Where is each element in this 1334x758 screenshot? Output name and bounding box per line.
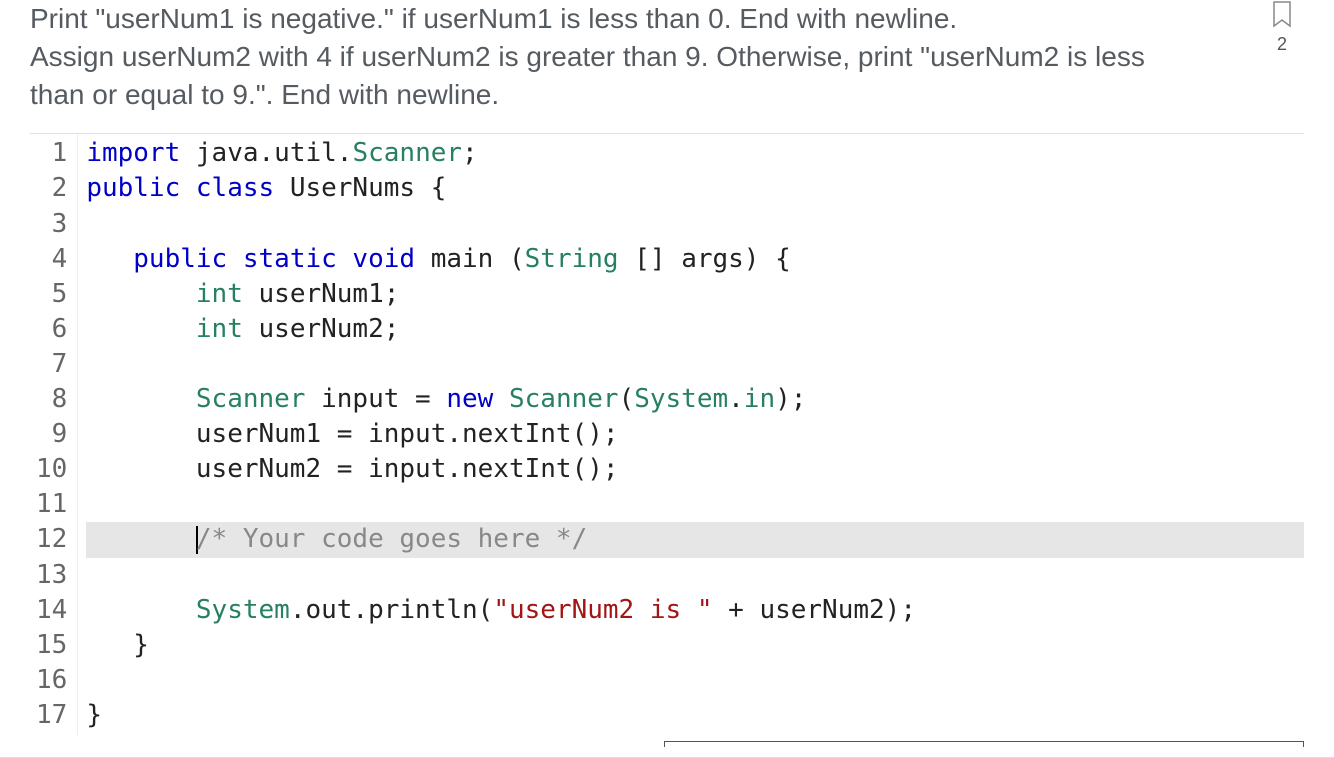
code-line[interactable] — [86, 487, 1304, 522]
code-token: [] — [634, 244, 681, 274]
code-token: main — [431, 244, 509, 274]
code-line[interactable]: Scanner input = new Scanner(System.in); — [86, 382, 1304, 417]
code-token: int — [196, 314, 259, 344]
problem-instructions: Print "userNum1 is negative." if userNum… — [30, 0, 1304, 113]
code-token: UserNums — [290, 173, 415, 203]
line-number: 3 — [36, 207, 67, 242]
line-number: 13 — [36, 558, 67, 593]
code-token: String — [525, 244, 635, 274]
code-token: "userNum2 is " — [493, 595, 712, 625]
code-token: ( — [509, 244, 525, 274]
code-token — [86, 419, 196, 449]
code-token — [86, 384, 196, 414]
code-token: ( — [619, 384, 635, 414]
code-line[interactable]: public class UserNums { — [86, 171, 1304, 206]
line-number: 4 — [36, 242, 67, 277]
code-token: java — [196, 138, 259, 168]
exercise-panel: 2 Print "userNum1 is negative." if userN… — [0, 0, 1334, 758]
code-line[interactable]: import java.util.Scanner; — [86, 136, 1304, 171]
code-token: . — [259, 138, 275, 168]
attempts-count: 2 — [1277, 34, 1287, 55]
code-line[interactable]: int userNum1; — [86, 277, 1304, 312]
code-line[interactable] — [86, 663, 1304, 698]
code-token: public static void — [133, 244, 430, 274]
bookmark-icon — [1270, 0, 1294, 30]
code-line[interactable] — [86, 347, 1304, 382]
code-line[interactable]: public static void main (String [] args)… — [86, 242, 1304, 277]
line-number: 16 — [36, 663, 67, 698]
code-editor[interactable]: 1234567891011121314151617 import java.ut… — [30, 133, 1304, 735]
instruction-line: Assign userNum2 with 4 if userNum2 is gr… — [30, 41, 1145, 110]
code-token: new — [446, 384, 509, 414]
code-token — [86, 279, 196, 309]
code-line[interactable]: } — [86, 628, 1304, 663]
code-token: Scanner — [196, 384, 321, 414]
code-token: input = — [321, 384, 446, 414]
line-number-gutter: 1234567891011121314151617 — [30, 134, 78, 735]
code-area[interactable]: import java.util.Scanner;public class Us… — [78, 134, 1304, 735]
code-token: args) { — [681, 244, 791, 274]
code-token: . — [352, 595, 368, 625]
line-number: 12 — [36, 522, 67, 557]
code-token — [86, 244, 133, 274]
code-token: . — [337, 138, 353, 168]
code-token: int — [196, 279, 259, 309]
line-number: 9 — [36, 417, 67, 452]
code-token — [86, 314, 196, 344]
line-number: 6 — [36, 312, 67, 347]
code-token — [86, 454, 196, 484]
code-token: import — [86, 138, 196, 168]
code-token: System — [634, 384, 728, 414]
code-token: public class — [86, 173, 290, 203]
line-number: 11 — [36, 487, 67, 522]
code-line[interactable]: } — [86, 698, 1304, 733]
line-number: 8 — [36, 382, 67, 417]
code-token: util — [274, 138, 337, 168]
code-token: out — [305, 595, 352, 625]
code-token — [86, 595, 196, 625]
code-token: println( — [368, 595, 493, 625]
code-line[interactable]: userNum1 = input.nextInt(); — [86, 417, 1304, 452]
code-token — [86, 524, 196, 554]
line-number: 5 — [36, 277, 67, 312]
code-token: userNum1; — [259, 279, 400, 309]
line-number: 10 — [36, 452, 67, 487]
code-line[interactable]: System.out.println("userNum2 is " + user… — [86, 593, 1304, 628]
code-line[interactable]: /* Your code goes here */ — [86, 522, 1304, 557]
line-number: 15 — [36, 628, 67, 663]
line-number: 14 — [36, 593, 67, 628]
line-number: 7 — [36, 347, 67, 382]
code-line[interactable] — [86, 207, 1304, 242]
line-number: 2 — [36, 171, 67, 206]
horizontal-scrollbar[interactable] — [664, 741, 1304, 747]
code-token: } — [86, 630, 149, 660]
code-token: System — [196, 595, 290, 625]
attempts-badge: 2 — [1270, 0, 1294, 55]
line-number: 1 — [36, 136, 67, 171]
code-token: Scanner — [352, 138, 462, 168]
code-token: userNum2 = input.nextInt(); — [196, 454, 619, 484]
code-token: Scanner — [509, 384, 619, 414]
code-token: + userNum2); — [712, 595, 916, 625]
code-line[interactable]: int userNum2; — [86, 312, 1304, 347]
code-token: . — [290, 595, 306, 625]
code-token: /* Your code goes here */ — [196, 524, 587, 554]
code-token: ; — [462, 138, 478, 168]
code-token: } — [86, 700, 102, 730]
code-token: userNum2; — [259, 314, 400, 344]
code-token: in — [744, 384, 775, 414]
instruction-line: Print "userNum1 is negative." if userNum… — [30, 3, 957, 34]
code-line[interactable]: userNum2 = input.nextInt(); — [86, 452, 1304, 487]
code-token: . — [728, 384, 744, 414]
code-token: ); — [775, 384, 806, 414]
line-number: 17 — [36, 698, 67, 733]
code-token: userNum1 = input.nextInt(); — [196, 419, 619, 449]
code-token: { — [415, 173, 446, 203]
code-line[interactable] — [86, 558, 1304, 593]
